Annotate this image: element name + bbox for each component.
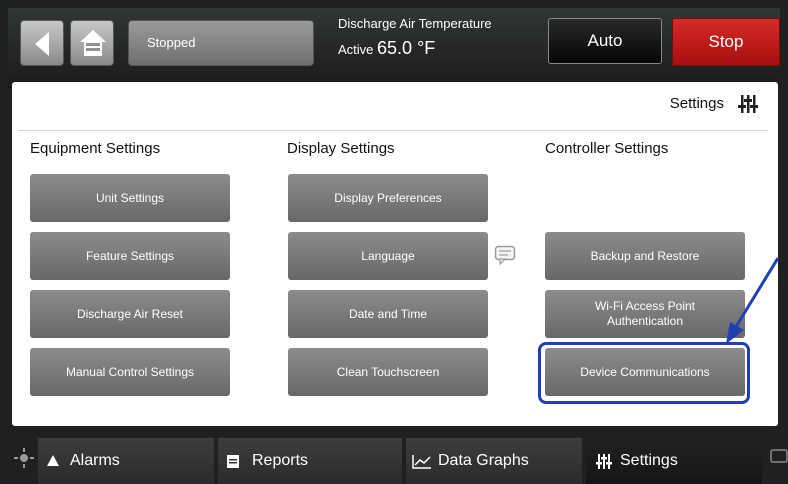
stop-button[interactable]: Stop bbox=[672, 18, 780, 66]
wifi-access-point-authentication-button[interactable]: Wi-Fi Access Point Authentication bbox=[545, 290, 745, 338]
discharge-air-temp-label: Discharge Air Temperature bbox=[338, 16, 492, 31]
highlight-outline bbox=[538, 342, 750, 404]
controller-screen: Stopped Discharge Air Temperature Active… bbox=[0, 0, 788, 484]
auto-button[interactable]: Auto bbox=[548, 18, 662, 64]
home-icon bbox=[80, 30, 106, 56]
arrow-left-icon bbox=[35, 32, 49, 56]
tab-reports[interactable]: Reports bbox=[218, 438, 402, 484]
back-button[interactable] bbox=[20, 20, 64, 66]
tab-data-graphs[interactable]: Data Graphs bbox=[406, 438, 582, 484]
chat-bubble-icon[interactable] bbox=[770, 448, 788, 468]
equipment-settings-title: Equipment Settings bbox=[30, 140, 161, 157]
chat-bubble-icon[interactable] bbox=[494, 245, 516, 265]
line-chart-icon bbox=[412, 455, 431, 469]
discharge-air-temp-readout: Active 65.0 °F bbox=[338, 38, 435, 59]
bell-icon bbox=[47, 455, 59, 466]
active-label: Active bbox=[338, 42, 374, 57]
tab-alarms[interactable]: Alarms bbox=[38, 438, 214, 484]
display-settings-title: Display Settings bbox=[287, 140, 395, 157]
discharge-air-temp-value: 65.0 °F bbox=[377, 38, 436, 58]
brightness-icon[interactable] bbox=[14, 448, 34, 468]
top-bar: Stopped Discharge Air Temperature Active… bbox=[8, 8, 780, 88]
backup-and-restore-button[interactable]: Backup and Restore bbox=[545, 232, 745, 280]
tab-settings-label: Settings bbox=[620, 452, 678, 469]
header-divider bbox=[18, 130, 768, 131]
unit-settings-button[interactable]: Unit Settings bbox=[30, 174, 230, 222]
tab-data-graphs-label: Data Graphs bbox=[438, 452, 529, 469]
tab-reports-label: Reports bbox=[252, 452, 309, 469]
language-button[interactable]: Language bbox=[288, 232, 488, 280]
sliders-icon bbox=[596, 454, 612, 469]
tab-alarms-label: Alarms bbox=[70, 452, 120, 469]
arrow-pointer-icon bbox=[726, 257, 780, 344]
display-preferences-button[interactable]: Display Preferences bbox=[288, 174, 488, 222]
date-and-time-button[interactable]: Date and Time bbox=[288, 290, 488, 338]
feature-settings-button[interactable]: Feature Settings bbox=[30, 232, 230, 280]
document-icon bbox=[227, 455, 239, 468]
tab-settings[interactable]: Settings bbox=[586, 438, 762, 484]
page-title: Settings bbox=[669, 95, 724, 112]
controller-settings-title: Controller Settings bbox=[545, 140, 669, 157]
bottom-tab-bar: Alarms Reports Data Graphs Settings bbox=[0, 430, 788, 484]
home-button[interactable] bbox=[70, 20, 114, 66]
sliders-icon bbox=[738, 95, 758, 113]
discharge-air-reset-button[interactable]: Discharge Air Reset bbox=[30, 290, 230, 338]
manual-control-settings-button[interactable]: Manual Control Settings bbox=[30, 348, 230, 396]
clean-touchscreen-button[interactable]: Clean Touchscreen bbox=[288, 348, 488, 396]
status-indicator: Stopped bbox=[128, 20, 314, 66]
